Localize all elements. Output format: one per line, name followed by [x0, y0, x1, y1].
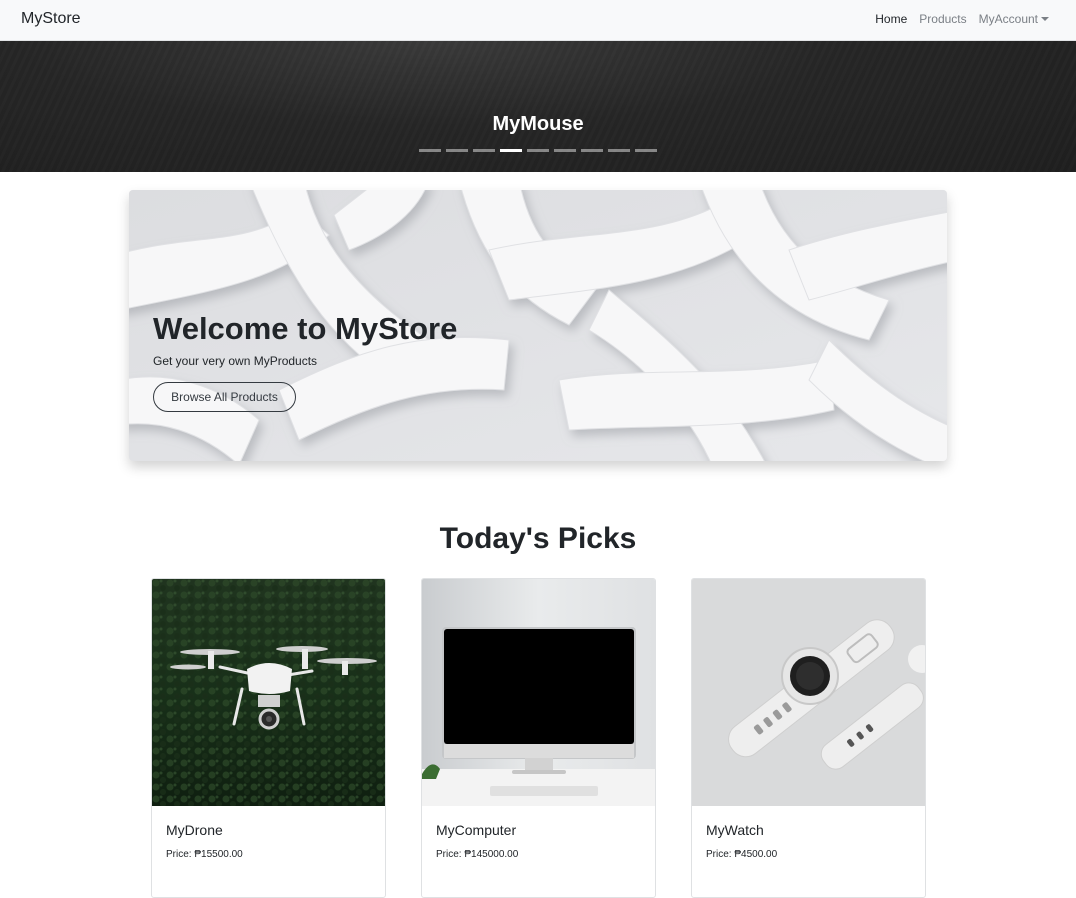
carousel-indicator[interactable]	[473, 149, 495, 152]
product-card-watch[interactable]: MyWatch Price: ₱4500.00	[691, 578, 926, 898]
carousel-indicator[interactable]	[419, 149, 441, 152]
browse-all-products-button[interactable]: Browse All Products	[153, 382, 296, 412]
brand-link[interactable]: MyStore	[21, 10, 81, 28]
section-title-todays-picks: Today's Picks	[439, 522, 637, 555]
watch-photo	[692, 579, 925, 806]
nav-dropdown-label: MyAccount	[978, 12, 1038, 26]
carousel-indicator[interactable]	[446, 149, 468, 152]
carousel-indicator[interactable]	[527, 149, 549, 152]
nav-links: Home Products MyAccount	[875, 12, 1049, 26]
carousel-indicator-active[interactable]	[500, 149, 522, 152]
product-card-computer[interactable]: MyComputer Price: ₱145000.00	[421, 578, 656, 898]
carousel-indicator[interactable]	[635, 149, 657, 152]
navbar: MyStore Home Products MyAccount	[0, 0, 1076, 41]
carousel-caption: MyMouse	[492, 113, 584, 135]
drone-photo	[152, 579, 385, 806]
computer-photo	[422, 579, 655, 806]
product-card-drone[interactable]: MyDrone Price: ₱15500.00	[151, 578, 386, 898]
carousel-indicator[interactable]	[581, 149, 603, 152]
hero-subtitle: Get your very own MyProducts	[153, 354, 318, 368]
hero-title: Welcome to MyStore	[153, 311, 458, 346]
product-name[interactable]: MyComputer	[436, 822, 516, 838]
product-price: Price: ₱15500.00	[166, 849, 243, 860]
caret-down-icon	[1041, 17, 1049, 21]
carousel-indicators	[0, 149, 1076, 152]
product-price: Price: ₱4500.00	[706, 849, 778, 860]
nav-link-home[interactable]: Home	[875, 12, 907, 26]
product-name[interactable]: MyDrone	[166, 822, 223, 838]
product-name[interactable]: MyWatch	[706, 822, 764, 838]
product-carousel[interactable]: MyMouse	[0, 41, 1076, 172]
carousel-indicator[interactable]	[608, 149, 630, 152]
carousel-indicator[interactable]	[554, 149, 576, 152]
product-price: Price: ₱145000.00	[436, 849, 519, 860]
nav-link-products[interactable]: Products	[919, 12, 966, 26]
nav-dropdown-myaccount[interactable]: MyAccount	[979, 12, 1049, 26]
welcome-banner: Welcome to MyStore Get your very own MyP…	[129, 190, 947, 461]
